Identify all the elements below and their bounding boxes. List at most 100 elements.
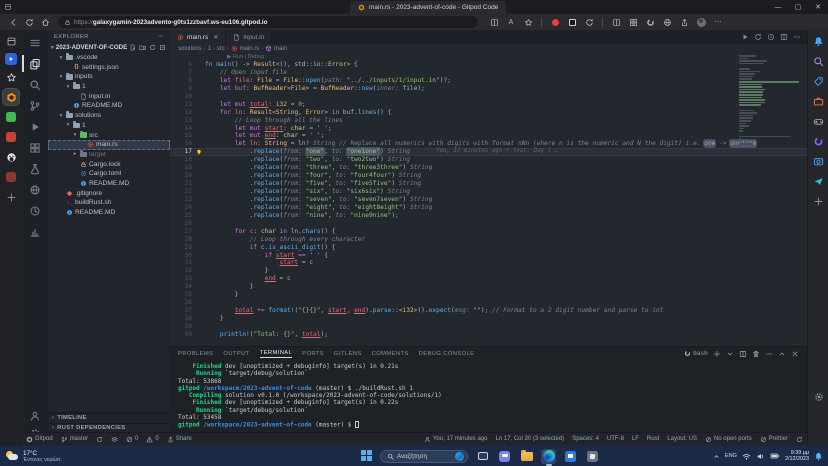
more-icon[interactable] bbox=[765, 350, 773, 358]
tree-item-settings-json[interactable]: {}settings.json bbox=[48, 62, 170, 72]
tree-item-input-in[interactable]: input.in bbox=[48, 91, 170, 101]
split-screen-icon[interactable] bbox=[488, 16, 500, 28]
share-icon[interactable] bbox=[678, 16, 690, 28]
tree-item-cargo-lock[interactable]: Cargo.lock bbox=[48, 159, 170, 169]
maximize-panel-icon[interactable] bbox=[778, 350, 786, 358]
encoding[interactable]: UTF-8 bbox=[603, 433, 628, 446]
start-button[interactable] bbox=[361, 450, 373, 462]
blame-status[interactable]: You, 17 minutes ago bbox=[420, 433, 492, 446]
tree-item-cargo-toml[interactable]: Cargo.toml bbox=[48, 169, 170, 179]
breadcrumb-item-main-rs[interactable]: main.rs bbox=[231, 45, 260, 52]
favorites-icon[interactable] bbox=[522, 16, 534, 28]
tree-item-1[interactable]: ▾1 bbox=[48, 121, 170, 131]
tree-item-readme-md[interactable]: README.MD bbox=[48, 208, 170, 218]
refresh-extension-icon[interactable] bbox=[583, 16, 595, 28]
hidden-icons-chevron[interactable] bbox=[713, 453, 720, 460]
volume-icon[interactable] bbox=[756, 452, 765, 461]
split-terminal-icon[interactable] bbox=[739, 350, 747, 358]
bing-chat-icon[interactable] bbox=[813, 36, 824, 47]
wifi-icon[interactable] bbox=[742, 452, 751, 461]
language-indicator[interactable]: ENG bbox=[725, 453, 737, 459]
layers-icon[interactable] bbox=[107, 433, 122, 446]
new-tab-plus-icon[interactable] bbox=[3, 189, 19, 205]
panel-tab-ports[interactable]: PORTS bbox=[302, 351, 324, 357]
chevron-down-icon[interactable] bbox=[726, 350, 734, 358]
gitpod-status[interactable]: Gitpod bbox=[22, 433, 57, 446]
more-actions-icon[interactable] bbox=[793, 33, 801, 41]
section-rust-dependencies[interactable]: ›RUST DEPENDENCIES bbox=[48, 423, 170, 433]
ports-status[interactable]: No open ports bbox=[701, 433, 756, 446]
layout[interactable]: Layout: US bbox=[663, 433, 701, 446]
sidebar-search-icon[interactable] bbox=[813, 56, 824, 67]
eol[interactable]: LF bbox=[628, 433, 643, 446]
tree-item--gitignore[interactable]: .gitignore bbox=[48, 188, 170, 198]
testing-icon[interactable] bbox=[22, 158, 48, 179]
refresh-button[interactable] bbox=[22, 16, 36, 28]
tree-item-inputs[interactable]: ▾inputs bbox=[48, 72, 170, 82]
explorer-more-icon[interactable]: ⋯ bbox=[158, 34, 164, 40]
address-bar[interactable]: https://galaxygamin-2023advento-g0ts1zzb… bbox=[58, 16, 478, 28]
close-button[interactable]: ✕ bbox=[808, 0, 828, 14]
microsoft-store-button[interactable] bbox=[563, 449, 578, 464]
github-tab[interactable] bbox=[3, 149, 19, 165]
tree-item-readme-md[interactable]: README.MD bbox=[48, 179, 170, 189]
menu-icon[interactable] bbox=[22, 32, 48, 53]
collapse-all-icon[interactable] bbox=[159, 44, 166, 51]
panel-tab-problems[interactable]: PROBLEMS bbox=[178, 351, 213, 357]
code-editor[interactable]: ▶ Run | Debug 6fn main() -> Result<(), s… bbox=[170, 53, 807, 346]
tree-item-readme-md[interactable]: README.MD bbox=[48, 101, 170, 111]
branch-status[interactable]: master bbox=[57, 433, 92, 446]
gitpod-tab[interactable] bbox=[3, 89, 19, 105]
shopping-icon[interactable] bbox=[813, 76, 824, 87]
errors-count[interactable]: 0 bbox=[122, 433, 142, 446]
battery-icon[interactable] bbox=[770, 451, 780, 461]
toolbox-icon[interactable] bbox=[813, 96, 824, 107]
gitlens-graph-icon[interactable] bbox=[767, 33, 775, 41]
more-icon[interactable]: ⋯ bbox=[712, 16, 724, 28]
breadcrumb-item-solutions[interactable]: solutions bbox=[178, 46, 202, 52]
read-aloud-icon[interactable]: A bbox=[505, 16, 517, 28]
language-mode[interactable]: Rust bbox=[643, 433, 663, 446]
sync-icon[interactable] bbox=[792, 433, 807, 446]
timeline-icon[interactable] bbox=[22, 200, 48, 221]
extensions-icon[interactable] bbox=[627, 16, 639, 28]
tree-item-target[interactable]: ▸target bbox=[48, 150, 170, 160]
back-button[interactable] bbox=[6, 16, 20, 28]
editor-tab-input-in[interactable]: input.in bbox=[226, 30, 272, 44]
file-explorer-button[interactable] bbox=[519, 449, 534, 464]
panel-tab-output[interactable]: OUTPUT bbox=[223, 351, 249, 357]
minimap[interactable] bbox=[739, 55, 801, 175]
prettier-status[interactable]: Prettier bbox=[756, 433, 792, 446]
panel-tab-debug-console[interactable]: DEBUG CONSOLE bbox=[419, 351, 475, 357]
sync-icon[interactable] bbox=[92, 433, 107, 446]
tree-item-solutions[interactable]: ▾solutions bbox=[48, 111, 170, 121]
tree-item-1[interactable]: ▾1 bbox=[48, 82, 170, 92]
section-timeline[interactable]: ›TIMELINE bbox=[48, 413, 170, 423]
tab-actions-icon[interactable] bbox=[3, 33, 19, 49]
extensions-icon[interactable] bbox=[22, 137, 48, 158]
gitlens-icon[interactable] bbox=[22, 221, 48, 242]
breadcrumb[interactable]: solutions›1›src›main.rs›main bbox=[170, 44, 807, 53]
edge-browser-button[interactable] bbox=[541, 449, 556, 464]
red-site-tab[interactable] bbox=[3, 169, 19, 185]
new-file-icon[interactable] bbox=[129, 44, 136, 51]
weather-widget[interactable]: 17°C Έντονες νεφώσ. bbox=[0, 450, 120, 463]
close-panel-icon[interactable] bbox=[791, 350, 799, 358]
plus-icon[interactable] bbox=[713, 350, 721, 358]
trash-icon[interactable] bbox=[752, 350, 760, 358]
video-site-tab[interactable] bbox=[5, 53, 17, 65]
explorer-icon[interactable] bbox=[22, 53, 48, 74]
favorites-site-tab[interactable] bbox=[3, 69, 19, 85]
dark-extension-icon[interactable] bbox=[566, 16, 578, 28]
tree-item--vscode[interactable]: ▾.vscode bbox=[48, 53, 170, 63]
chat-button[interactable] bbox=[497, 449, 512, 464]
open-changes-icon[interactable] bbox=[754, 33, 762, 41]
breadcrumb-item-1[interactable]: 1 bbox=[208, 46, 211, 52]
sidebar-settings-gear-icon[interactable] bbox=[814, 392, 824, 402]
glasses-icon[interactable] bbox=[661, 16, 673, 28]
loop-icon[interactable] bbox=[644, 16, 656, 28]
browser-essentials-icon[interactable] bbox=[813, 136, 824, 147]
clock[interactable]: 9:39 μμ 2/12/2023 bbox=[785, 450, 809, 462]
cursor-position[interactable]: Ln 17, Col 30 (3 selected) bbox=[492, 433, 569, 446]
search-icon[interactable] bbox=[22, 74, 48, 95]
